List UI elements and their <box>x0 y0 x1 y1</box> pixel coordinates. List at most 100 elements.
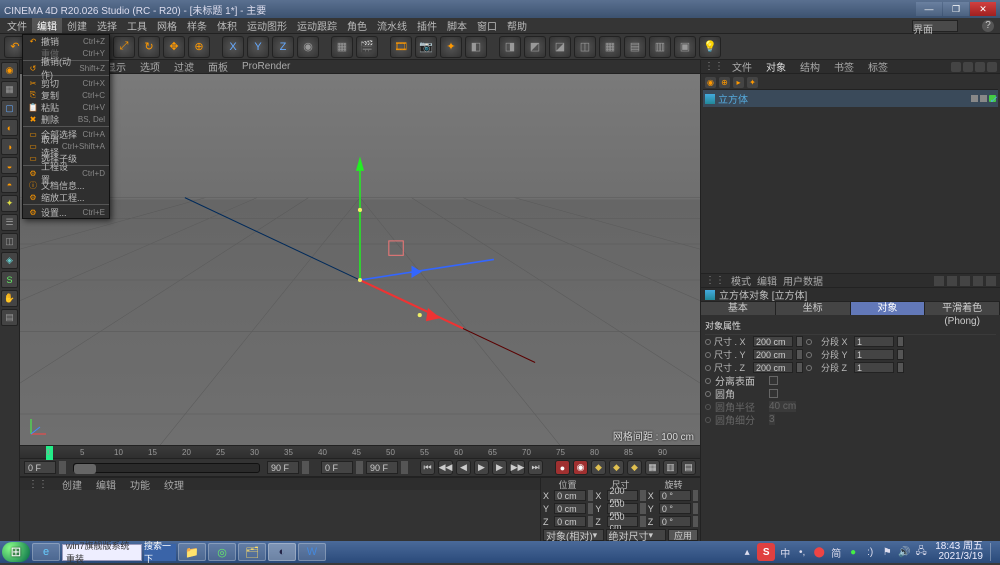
menu-mesh[interactable]: 网格 <box>152 18 182 33</box>
frame-end[interactable]: 90 F <box>366 461 398 474</box>
taskbar-browser-icon[interactable]: ◎ <box>208 543 236 561</box>
menu-spline[interactable]: 样条 <box>182 18 212 33</box>
menu-item[interactable]: ⚙设置...Ctrl+E <box>23 206 109 218</box>
lock-icon[interactable] <box>973 276 983 286</box>
filter-icon[interactable] <box>975 62 985 72</box>
nav-fwd-icon[interactable] <box>947 276 957 286</box>
left-tool-5[interactable]: ◒ <box>1 157 18 174</box>
frame-current[interactable]: 0 F <box>321 461 353 474</box>
ime-badge-5[interactable]: ● <box>846 545 860 559</box>
menu-item[interactable]: ↺撤销(动作)Shift+Z <box>23 62 109 74</box>
sogou-ime-icon[interactable]: S <box>757 543 775 561</box>
taskbar-word-icon[interactable]: W <box>298 543 326 561</box>
menu-icon[interactable] <box>987 62 997 72</box>
menu-tracker[interactable]: 运动跟踪 <box>292 18 342 33</box>
menu-item[interactable]: ⓘ文档信息... <box>23 179 109 191</box>
toolbar-button-16[interactable]: ✦ <box>440 36 462 58</box>
menu-item[interactable]: ▭全部选择Ctrl+A <box>23 128 109 140</box>
taskbar-ie-icon[interactable]: e <box>32 543 60 561</box>
menu-item[interactable]: ⚙工程设置...Ctrl+D <box>23 167 109 179</box>
range-start[interactable]: 0 F <box>24 461 56 474</box>
left-tool-1[interactable]: ▦ <box>1 81 18 98</box>
tree-item-cube[interactable]: 立方体 ✓ <box>703 90 998 107</box>
left-tool-2[interactable]: ▢ <box>1 100 18 117</box>
toolbar-button-6[interactable]: ✥ <box>163 36 185 58</box>
left-tool-6[interactable]: ◓ <box>1 176 18 193</box>
next-frame-button[interactable]: ▶ <box>492 460 507 475</box>
left-tool-8[interactable]: ☰ <box>1 214 18 231</box>
toolbar-button-7[interactable]: ⊕ <box>188 36 210 58</box>
view-menu-4[interactable]: 过滤 <box>170 59 198 74</box>
toolbar-button-19[interactable]: ◩ <box>524 36 546 58</box>
om-tab-tag[interactable]: 标签 <box>862 59 894 74</box>
toolbar-button-15[interactable]: 📷 <box>415 36 437 58</box>
taskbar-folder-icon[interactable]: 🗂 <box>238 543 266 561</box>
left-tool-7[interactable]: ✦ <box>1 195 18 212</box>
taskbar-address[interactable]: win7旗舰版系统重装 <box>62 544 142 561</box>
taskbar-c4d-icon[interactable]: ◐ <box>268 543 296 561</box>
prev-key-button[interactable]: ◀◀ <box>438 460 453 475</box>
tray-up-icon[interactable]: ▴ <box>740 545 754 559</box>
ime-badge-3[interactable]: ⬤ <box>812 545 826 559</box>
close-button[interactable]: ✕ <box>970 2 996 16</box>
goto-start-button[interactable]: ⏮ <box>420 460 435 475</box>
left-tool-10[interactable]: ◈ <box>1 252 18 269</box>
left-tool-0[interactable]: ◉ <box>1 62 18 79</box>
toolbar-button-4[interactable]: ⤢ <box>113 36 135 58</box>
layout-selector[interactable]: 界面 <box>912 20 958 32</box>
material-tab-2[interactable]: 功能 <box>125 477 155 492</box>
om-tab-object[interactable]: 对象 <box>760 59 792 74</box>
toolbar-button-10[interactable]: Z <box>272 36 294 58</box>
key-opt2-button[interactable]: ▤ <box>681 460 696 475</box>
material-tab-1[interactable]: 编辑 <box>91 477 121 492</box>
toolbar-button-21[interactable]: ◫ <box>574 36 596 58</box>
view-menu-6[interactable]: ProRender <box>238 61 294 72</box>
maximize-button[interactable]: ❐ <box>943 2 969 16</box>
goto-end-button[interactable]: ⏭ <box>528 460 543 475</box>
viewport[interactable]: 网格间距 : 100 cm <box>20 74 700 445</box>
autokey-button[interactable]: ◉ <box>573 460 588 475</box>
eye-icon[interactable] <box>963 62 973 72</box>
attr-edit[interactable]: 编辑 <box>757 274 777 288</box>
menu-item[interactable]: ⚙缩放工程... <box>23 191 109 203</box>
taskbar-explorer-icon[interactable]: 📁 <box>178 543 206 561</box>
om-tab-file[interactable]: 文件 <box>726 59 758 74</box>
toolbar-button-17[interactable]: ◧ <box>465 36 487 58</box>
toolbar-button-22[interactable]: ▦ <box>599 36 621 58</box>
timeline-ruler[interactable]: 051015202530354045505560657075808590 <box>20 445 700 459</box>
view-menu-3[interactable]: 选项 <box>136 59 164 74</box>
material-tab-3[interactable]: 纹理 <box>159 477 189 492</box>
help-icon[interactable]: ? <box>982 20 994 32</box>
search-icon[interactable] <box>951 62 961 72</box>
ime-badge-1[interactable]: 中 <box>778 545 792 559</box>
menu-edit[interactable]: 编辑 <box>32 18 62 33</box>
menu-item[interactable]: ✖删除BS, Del <box>23 113 109 125</box>
key-param-button[interactable]: ▦ <box>645 460 660 475</box>
menu-item[interactable]: ▭取消选择Ctrl+Shift+A <box>23 140 109 152</box>
menu-plugins[interactable]: 插件 <box>412 18 442 33</box>
toolbar-button-24[interactable]: ▥ <box>649 36 671 58</box>
menu-item[interactable]: ↶撤销Ctrl+Z <box>23 35 109 47</box>
left-tool-9[interactable]: ◫ <box>1 233 18 250</box>
nav-up-icon[interactable] <box>960 276 970 286</box>
menu-volume[interactable]: 体积 <box>212 18 242 33</box>
om-tab-bookmark[interactable]: 书签 <box>828 59 860 74</box>
tray-vol-icon[interactable]: 🔊 <box>897 545 911 559</box>
menu-character[interactable]: 角色 <box>342 18 372 33</box>
object-tree[interactable]: ◉⊕▸✦ 立方体 ✓ <box>701 74 1000 274</box>
toolbar-button-9[interactable]: Y <box>247 36 269 58</box>
record-button[interactable]: ● <box>555 460 570 475</box>
play-button[interactable]: ▶ <box>474 460 489 475</box>
coord-size-select[interactable]: 绝对尺寸 ▾ <box>606 529 667 541</box>
start-button[interactable]: ⊞ <box>2 542 30 562</box>
toolbar-button-5[interactable]: ↻ <box>138 36 160 58</box>
menu-item[interactable]: ✂剪切Ctrl+X <box>23 77 109 89</box>
key-opt-button[interactable]: ▥ <box>663 460 678 475</box>
toolbar-button-13[interactable]: 🎬 <box>356 36 378 58</box>
prev-frame-button[interactable]: ◀ <box>456 460 471 475</box>
menu-select[interactable]: 选择 <box>92 18 122 33</box>
coord-apply-button[interactable]: 应用 <box>668 529 698 541</box>
attr-tab-object[interactable]: 对象 <box>851 302 926 315</box>
attr-mode[interactable]: 模式 <box>731 274 751 288</box>
taskbar-clock[interactable]: 18:43 周五2021/3/19 <box>931 542 987 562</box>
